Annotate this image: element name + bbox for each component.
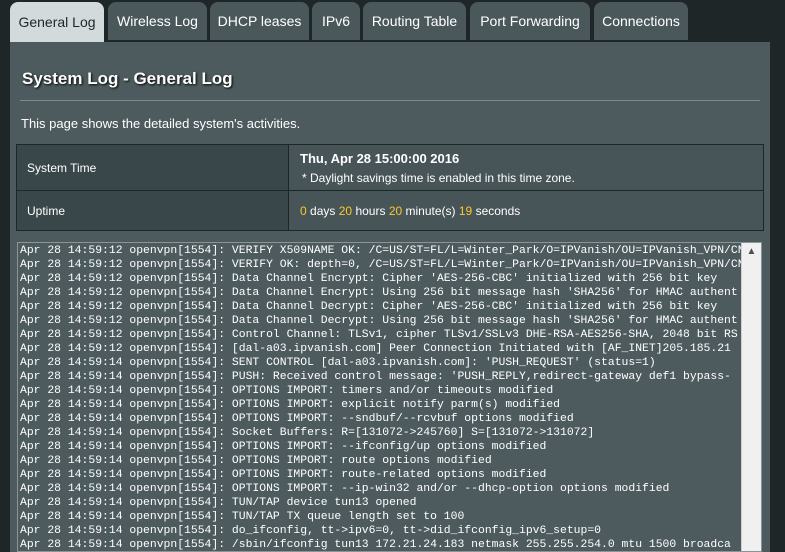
chevron-up-icon[interactable]: ▲	[742, 243, 761, 260]
uptime-hours-unit: hours	[355, 203, 386, 218]
system-time-cell: Thu, Apr 28 15:00:00 2016 * Daylight sav…	[288, 144, 764, 191]
system-time-label: System Time	[16, 144, 289, 191]
page-title: System Log - General Log	[22, 69, 233, 88]
uptime-seconds-value: 19	[458, 203, 473, 218]
uptime-seconds-unit: seconds	[475, 203, 521, 218]
system-info-table: System Time Thu, Apr 28 15:00:00 2016 * …	[16, 144, 764, 231]
uptime-cell: 0 days 20 hours 20 minute(s) 19 seconds	[288, 190, 764, 231]
uptime-hours-value: 20	[338, 203, 353, 218]
tab-dhcp-leases[interactable]: DHCP leases	[210, 2, 309, 40]
tab-general-log[interactable]: General Log	[10, 2, 104, 42]
tab-port-forwarding[interactable]: Port Forwarding	[470, 2, 590, 40]
system-time-row: System Time Thu, Apr 28 15:00:00 2016 * …	[16, 144, 764, 191]
uptime-label: Uptime	[16, 190, 289, 231]
tab-ipv6[interactable]: IPv6	[312, 2, 360, 40]
uptime-row: Uptime 0 days 20 hours 20 minute(s) 19 s…	[16, 190, 764, 231]
tab-routing-table[interactable]: Routing Table	[363, 2, 466, 40]
log-textarea[interactable]: Apr 28 14:59:12 openvpn[1554]: VERIFY X5…	[17, 242, 762, 552]
uptime-days-unit: days	[310, 203, 336, 218]
tab-bar: General Log Wireless Log DHCP leases IPv…	[0, 0, 785, 42]
tab-wireless-log[interactable]: Wireless Log	[108, 2, 207, 40]
tab-connections[interactable]: Connections	[594, 2, 688, 40]
dst-note: * Daylight savings time is enabled in th…	[302, 170, 575, 185]
log-content[interactable]: Apr 28 14:59:12 openvpn[1554]: VERIFY X5…	[20, 243, 742, 551]
uptime-minutes-unit: minute(s)	[405, 203, 456, 218]
uptime-minutes-value: 20	[388, 203, 403, 218]
uptime-days-value: 0	[300, 203, 307, 218]
page-description: This page shows the detailed system's ac…	[21, 116, 301, 131]
log-scrollbar[interactable]: ▲	[741, 243, 761, 551]
title-divider	[20, 100, 760, 101]
system-time-value: Thu, Apr 28 15:00:00 2016	[300, 150, 460, 166]
content-panel: System Log - General Log This page shows…	[10, 42, 770, 552]
